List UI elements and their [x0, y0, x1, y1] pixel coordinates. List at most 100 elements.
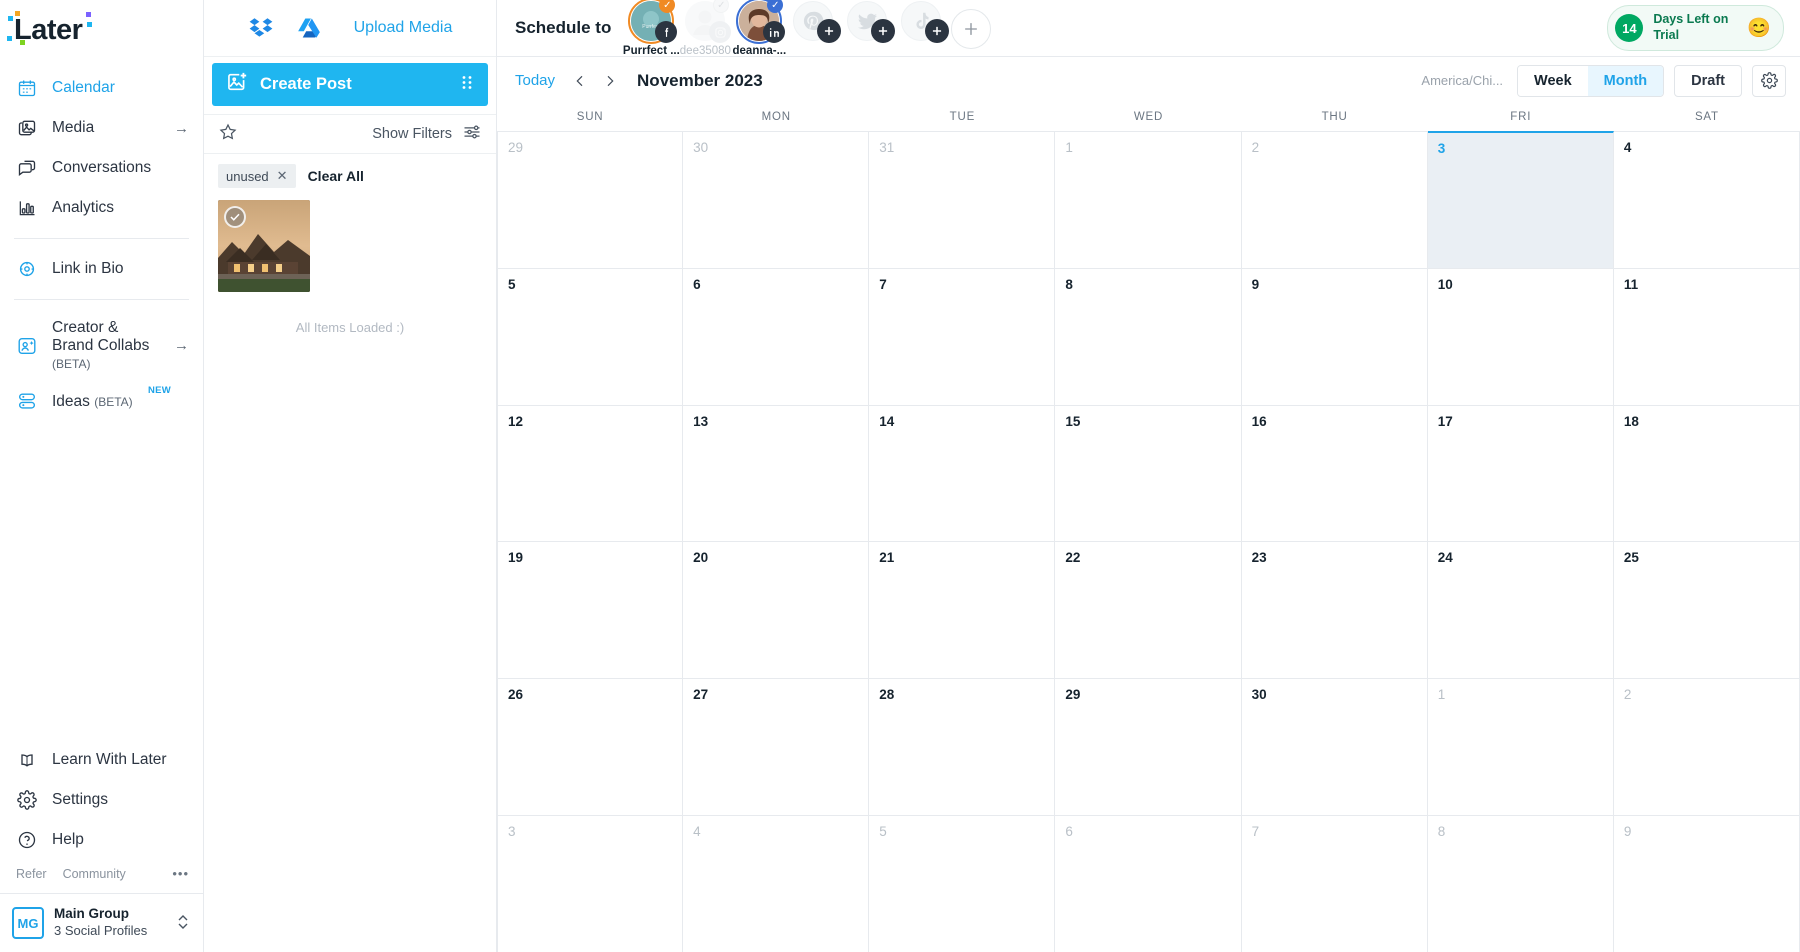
upload-media-button[interactable]: Upload Media — [354, 19, 453, 37]
calendar-day-number: 20 — [693, 550, 868, 565]
calendar-day-cell[interactable]: 28 — [869, 678, 1055, 815]
calendar-day-cell[interactable]: 1 — [1428, 678, 1614, 815]
calendar-day-cell[interactable]: 11 — [1614, 268, 1800, 405]
sidebar-item-settings[interactable]: Settings — [0, 780, 203, 820]
calendar-day-cell[interactable]: 7 — [869, 268, 1055, 405]
calendar-day-cell[interactable]: 27 — [683, 678, 869, 815]
refer-link[interactable]: Refer — [16, 867, 47, 881]
show-filters-button[interactable]: Show Filters — [372, 126, 452, 142]
drag-handle-icon[interactable] — [460, 73, 474, 96]
calendar-day-cell[interactable]: 6 — [1055, 815, 1241, 952]
calendar-day-cell[interactable]: 12 — [497, 405, 683, 542]
calendar-day-cell[interactable]: 7 — [1242, 815, 1428, 952]
add-twitter-button[interactable] — [871, 19, 895, 43]
draft-button[interactable]: Draft — [1674, 65, 1742, 97]
social-profile-tiktok[interactable] — [899, 0, 943, 45]
calendar-day-cell[interactable]: 14 — [869, 405, 1055, 542]
calendar-day-cell[interactable]: 8 — [1428, 815, 1614, 952]
tab-month[interactable]: Month — [1588, 66, 1663, 96]
create-post-button[interactable]: Create Post — [212, 63, 488, 106]
social-profile-twitter[interactable] — [845, 0, 889, 45]
social-profile-pinterest[interactable] — [791, 0, 835, 45]
close-icon[interactable]: ✕ — [277, 168, 288, 184]
calendar-day-cell[interactable]: 2 — [1614, 678, 1800, 815]
timezone-label[interactable]: America/Chi... — [1421, 73, 1503, 88]
sidebar-item-help[interactable]: Help — [0, 820, 203, 860]
calendar-day-cell[interactable]: 25 — [1614, 541, 1800, 678]
calendar-day-number: 14 — [879, 414, 1054, 429]
social-profile-instagram[interactable]: ✓ dee35080 — [683, 0, 727, 57]
calendar-day-cell[interactable]: 9 — [1242, 268, 1428, 405]
avatar: MG — [12, 907, 44, 939]
calendar-day-cell[interactable]: 30 — [683, 131, 869, 268]
chevron-updown-icon[interactable] — [177, 912, 189, 934]
google-drive-icon[interactable] — [296, 15, 322, 41]
calendar-day-cell[interactable]: 9 — [1614, 815, 1800, 952]
sidebar-item-media[interactable]: Media → — [0, 108, 203, 148]
today-button[interactable]: Today — [515, 72, 555, 89]
next-month-button[interactable] — [595, 66, 625, 96]
group-switcher[interactable]: MG Main Group 3 Social Profiles — [0, 893, 203, 952]
calendar-day-cell[interactable]: 5 — [497, 268, 683, 405]
calendar-day-cell[interactable]: 4 — [1614, 131, 1800, 268]
calendar-day-cell[interactable]: 8 — [1055, 268, 1241, 405]
trial-badge[interactable]: 14 Days Left on Trial 😊 — [1607, 5, 1784, 50]
calendar-day-number: 4 — [1624, 140, 1799, 155]
help-icon — [16, 829, 38, 851]
new-badge: NEW — [148, 385, 171, 396]
media-thumbnail[interactable] — [218, 200, 310, 292]
community-link[interactable]: Community — [63, 867, 126, 881]
sidebar-item-conversations[interactable]: Conversations — [0, 148, 203, 188]
calendar-day-today[interactable]: 3 — [1428, 131, 1614, 268]
calendar-day-cell[interactable]: 6 — [683, 268, 869, 405]
calendar-day-cell[interactable]: 2 — [1242, 131, 1428, 268]
calendar-day-cell[interactable]: 16 — [1242, 405, 1428, 542]
calendar-day-cell[interactable]: 10 — [1428, 268, 1614, 405]
social-profile-facebook[interactable]: Purrfect ✓ Purrfect ... — [629, 0, 673, 57]
sidebar-item-learn-with-later[interactable]: Learn With Later — [0, 740, 203, 780]
calendar-day-cell[interactable]: 18 — [1614, 405, 1800, 542]
social-profile-linkedin[interactable]: ✓ deanna-... — [737, 0, 781, 57]
tab-week[interactable]: Week — [1518, 66, 1588, 96]
filter-tag[interactable]: unused ✕ — [218, 164, 296, 188]
calendar-day-cell[interactable]: 26 — [497, 678, 683, 815]
calendar-day-cell[interactable]: 23 — [1242, 541, 1428, 678]
media-selected-check-icon[interactable] — [224, 206, 246, 228]
calendar-settings-gear-icon[interactable] — [1752, 65, 1786, 97]
calendar-day-cell[interactable]: 19 — [497, 541, 683, 678]
calendar-day-cell[interactable]: 20 — [683, 541, 869, 678]
filter-sliders-icon[interactable] — [462, 122, 482, 147]
sidebar-item-calendar[interactable]: Calendar — [0, 68, 203, 108]
sidebar-item-label: Learn With Later — [52, 751, 189, 769]
calendar-day-cell[interactable]: 29 — [1055, 678, 1241, 815]
sidebar-item-link-in-bio[interactable]: Link in Bio — [0, 249, 203, 289]
dropbox-icon[interactable] — [248, 15, 274, 41]
more-options-icon[interactable]: ••• — [172, 866, 189, 881]
conversations-icon — [16, 157, 38, 179]
calendar-day-number: 26 — [508, 687, 682, 702]
sidebar-item-analytics[interactable]: Analytics — [0, 188, 203, 228]
add-tiktok-button[interactable] — [925, 19, 949, 43]
add-social-profile-button[interactable] — [951, 9, 991, 49]
calendar-day-cell[interactable]: 5 — [869, 815, 1055, 952]
calendar-day-cell[interactable]: 31 — [869, 131, 1055, 268]
app-logo[interactable]: Later — [0, 0, 203, 56]
prev-month-button[interactable] — [565, 66, 595, 96]
sidebar-item-ideas[interactable]: Ideas (BETA) NEW — [0, 381, 203, 421]
add-pinterest-button[interactable] — [817, 19, 841, 43]
calendar-day-cell[interactable]: 22 — [1055, 541, 1241, 678]
clear-all-button[interactable]: Clear All — [308, 168, 364, 184]
calendar-day-cell[interactable]: 3 — [497, 815, 683, 952]
calendar-day-cell[interactable]: 4 — [683, 815, 869, 952]
favorites-star-icon[interactable] — [218, 122, 238, 147]
calendar-day-cell[interactable]: 21 — [869, 541, 1055, 678]
calendar-day-cell[interactable]: 13 — [683, 405, 869, 542]
sidebar-item-creator-collabs[interactable]: Creator & Brand Collabs (BETA) → — [0, 310, 203, 381]
calendar-day-cell[interactable]: 30 — [1242, 678, 1428, 815]
day-header-wed: WED — [1055, 104, 1241, 131]
calendar-day-cell[interactable]: 15 — [1055, 405, 1241, 542]
calendar-day-cell[interactable]: 1 — [1055, 131, 1241, 268]
calendar-day-cell[interactable]: 17 — [1428, 405, 1614, 542]
calendar-day-cell[interactable]: 29 — [497, 131, 683, 268]
calendar-day-cell[interactable]: 24 — [1428, 541, 1614, 678]
